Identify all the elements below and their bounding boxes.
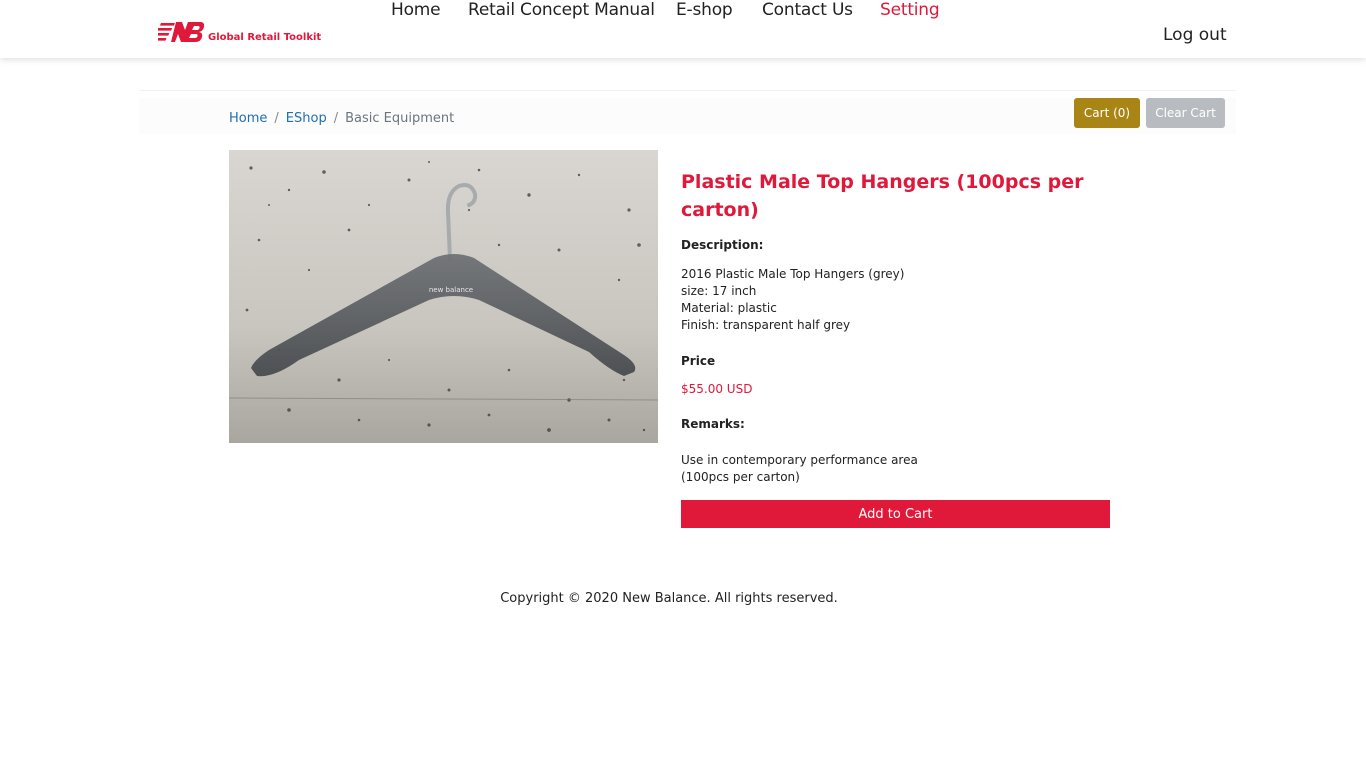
new-balance-logo-icon	[158, 22, 204, 42]
product-title: Plastic Male Top Hangers (100pcs per car…	[681, 171, 1084, 221]
nav-home[interactable]: Home	[391, 0, 441, 20]
description-line: Material: plastic	[681, 301, 777, 315]
breadcrumb-current: Basic Equipment	[345, 111, 455, 126]
remarks-label: Remarks:	[681, 417, 745, 431]
nav-setting[interactable]: Setting	[880, 0, 940, 20]
brand-logo[interactable]: Global Retail Toolkit	[158, 20, 321, 44]
footer-copyright: Copyright © 2020 New Balance. All rights…	[500, 591, 838, 606]
hanger-image: new balance	[228, 150, 659, 443]
description-line: Finish: transparent half grey	[681, 318, 851, 332]
breadcrumb: Home / EShop / Basic Equipment	[229, 111, 454, 126]
clear-cart-button[interactable]: Clear Cart	[1146, 98, 1225, 128]
add-to-cart-button[interactable]: Add to Cart	[681, 500, 1110, 528]
nav-retail-concept-manual[interactable]: Retail Concept Manual	[468, 0, 655, 20]
cart-button[interactable]: Cart (0)	[1074, 98, 1140, 128]
top-navbar: Global Retail Toolkit Home Retail Concep…	[0, 0, 1366, 58]
price-value: $55.00 USD	[681, 382, 753, 396]
description-line: size: 17 inch	[681, 284, 757, 298]
logo-text: Global Retail Toolkit	[208, 32, 322, 43]
breadcrumb-separator: /	[274, 111, 279, 126]
nav-contact-us[interactable]: Contact Us	[762, 0, 853, 20]
breadcrumb-home[interactable]: Home	[229, 111, 267, 126]
logout-link[interactable]: Log out	[1163, 25, 1227, 45]
breadcrumb-eshop[interactable]: EShop	[286, 111, 327, 126]
price-label: Price	[681, 354, 716, 368]
description-line: 2016 Plastic Male Top Hangers (grey)	[681, 267, 905, 281]
hanger-brand-text: new balance	[429, 286, 473, 294]
remarks-line: (100pcs per carton)	[681, 470, 800, 484]
breadcrumb-separator: /	[333, 111, 339, 126]
nav-eshop[interactable]: E-shop	[676, 0, 733, 20]
product-image: new balance	[228, 150, 659, 443]
divider	[139, 90, 1236, 91]
description-label: Description:	[681, 238, 764, 252]
remarks-line: Use in contemporary performance area	[681, 453, 918, 467]
product-details: Plastic Male Top Hangers (100pcs per car…	[681, 168, 1111, 486]
